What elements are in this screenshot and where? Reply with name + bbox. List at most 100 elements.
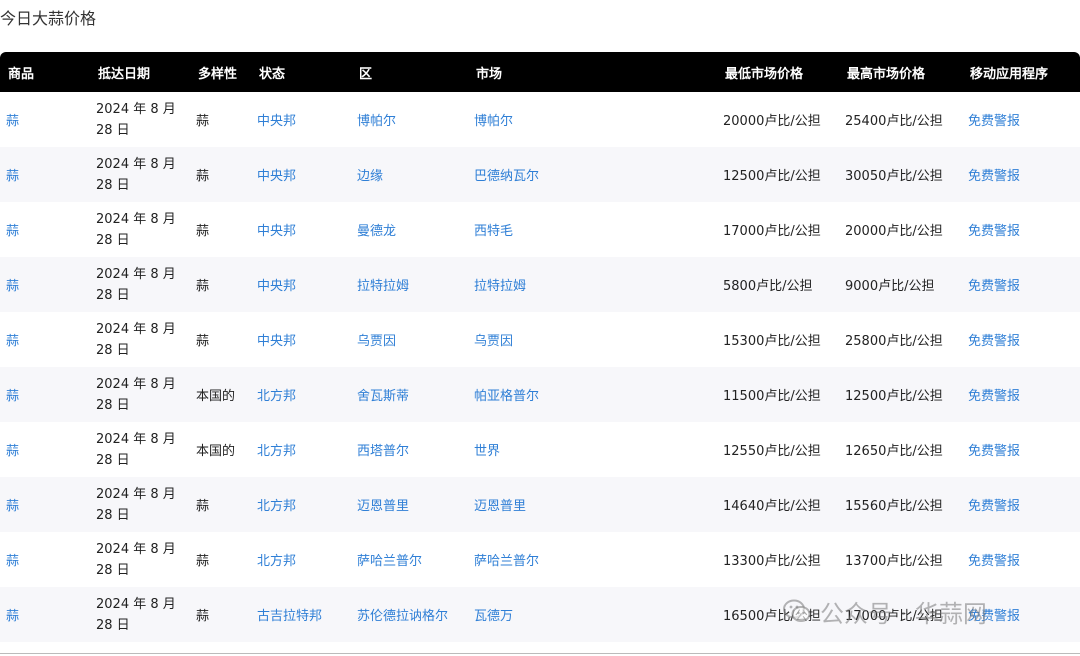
state-link[interactable]: 中央邦	[257, 114, 296, 129]
district-cell: 曼德龙	[351, 202, 468, 257]
district-link[interactable]: 舍瓦斯蒂	[357, 389, 409, 404]
max-price-cell: 25400卢比/公担	[839, 92, 962, 147]
commodity-link[interactable]: 蒜	[6, 609, 19, 624]
free-alert-link[interactable]: 免费警报	[968, 609, 1020, 624]
district-link[interactable]: 边缘	[357, 169, 383, 184]
commodity-link[interactable]: 蒜	[6, 554, 19, 569]
market-link[interactable]: 西特毛	[474, 224, 513, 239]
district-link[interactable]: 苏伦德拉讷格尔	[357, 609, 448, 624]
max-price-text: 12500卢比/公担	[845, 389, 943, 404]
district-link[interactable]: 拉特拉姆	[357, 279, 409, 294]
column-header: 商品	[0, 52, 90, 92]
min-price-text: 14640卢比/公担	[723, 499, 821, 514]
market-link[interactable]: 瓦德万	[474, 609, 513, 624]
market-link[interactable]: 帕亚格普尔	[474, 389, 539, 404]
state-link[interactable]: 中央邦	[257, 279, 296, 294]
variety-cell: 本国的	[190, 367, 251, 422]
commodity-cell: 蒜	[0, 202, 90, 257]
market-cell: 迈恩普里	[468, 477, 717, 532]
min-price-cell: 12550卢比/公担	[717, 422, 839, 477]
free-alert-link[interactable]: 免费警报	[968, 279, 1020, 294]
district-link[interactable]: 西塔普尔	[357, 444, 409, 459]
free-alert-link[interactable]: 免费警报	[968, 224, 1020, 239]
market-cell: 世界	[468, 422, 717, 477]
min-price-text: 15300卢比/公担	[723, 334, 821, 349]
variety-text: 蒜	[196, 609, 210, 624]
arrival-date-line1: 2024 年 8 月	[96, 321, 176, 337]
state-cell: 中央邦	[251, 202, 351, 257]
arrival-date-line1: 2024 年 8 月	[96, 431, 176, 447]
variety-text: 蒜	[196, 169, 210, 184]
state-link[interactable]: 北方邦	[257, 499, 296, 514]
market-link[interactable]: 乌贾因	[474, 334, 513, 349]
commodity-link[interactable]: 蒜	[6, 224, 19, 239]
max-price-cell: 30050卢比/公担	[839, 147, 962, 202]
arrival-date-line2: 28 日	[96, 397, 130, 413]
free-alert-link[interactable]: 免费警报	[968, 114, 1020, 129]
variety-text: 蒜	[196, 279, 210, 294]
district-link[interactable]: 萨哈兰普尔	[357, 554, 422, 569]
district-cell: 萨哈兰普尔	[351, 532, 468, 587]
commodity-cell: 蒜	[0, 147, 90, 202]
commodity-cell: 蒜	[0, 532, 90, 587]
arrival-date-line1: 2024 年 8 月	[96, 486, 176, 502]
commodity-link[interactable]: 蒜	[6, 444, 19, 459]
commodity-link[interactable]: 蒜	[6, 114, 19, 129]
district-cell: 乌贾因	[351, 312, 468, 367]
state-link[interactable]: 中央邦	[257, 224, 296, 239]
min-price-text: 12500卢比/公担	[723, 169, 821, 184]
state-cell: 中央邦	[251, 312, 351, 367]
market-link[interactable]: 世界	[474, 444, 500, 459]
commodity-link[interactable]: 蒜	[6, 279, 19, 294]
commodity-link[interactable]: 蒜	[6, 169, 19, 184]
max-price-text: 20000卢比/公担	[845, 224, 943, 239]
state-cell: 北方邦	[251, 422, 351, 477]
free-alert-link[interactable]: 免费警报	[968, 444, 1020, 459]
district-link[interactable]: 博帕尔	[357, 114, 396, 129]
market-link[interactable]: 迈恩普里	[474, 499, 526, 514]
min-price-cell: 5800卢比/公担	[717, 257, 839, 312]
free-alert-link[interactable]: 免费警报	[968, 499, 1020, 514]
max-price-cell: 20000卢比/公担	[839, 202, 962, 257]
market-cell: 帕亚格普尔	[468, 367, 717, 422]
min-price-text: 11500卢比/公担	[723, 389, 821, 404]
state-link[interactable]: 北方邦	[257, 444, 296, 459]
variety-cell: 蒜	[190, 532, 251, 587]
free-alert-link[interactable]: 免费警报	[968, 169, 1020, 184]
variety-text: 蒜	[196, 499, 210, 514]
arrival-date-line2: 28 日	[96, 617, 130, 633]
variety-text: 蒜	[196, 114, 210, 129]
district-link[interactable]: 乌贾因	[357, 334, 396, 349]
column-header: 移动应用程序	[962, 52, 1080, 92]
commodity-cell: 蒜	[0, 312, 90, 367]
state-link[interactable]: 中央邦	[257, 169, 296, 184]
table-row: 蒜 2024 年 8 月 28 日 蒜 中央邦 边缘 巴德纳瓦尔 12500卢比/公担 3005…	[0, 147, 1080, 202]
free-alert-link[interactable]: 免费警报	[968, 554, 1020, 569]
variety-text: 本国的	[196, 444, 236, 459]
arrival-date-line2: 28 日	[96, 342, 130, 358]
table-header-row: 商品 抵达日期 多样性 状态区市场 最低市场价格 最高市场价格 移动应用程序	[0, 52, 1080, 92]
market-link[interactable]: 巴德纳瓦尔	[474, 169, 539, 184]
free-alert-cell: 免费警报	[962, 312, 1080, 367]
state-link[interactable]: 中央邦	[257, 334, 296, 349]
page-title: 今日大蒜价格	[0, 9, 97, 28]
commodity-link[interactable]: 蒜	[6, 499, 19, 514]
free-alert-link[interactable]: 免费警报	[968, 334, 1020, 349]
market-link[interactable]: 萨哈兰普尔	[474, 554, 539, 569]
commodity-link[interactable]: 蒜	[6, 389, 19, 404]
market-link[interactable]: 拉特拉姆	[474, 279, 526, 294]
state-link[interactable]: 古吉拉特邦	[257, 609, 322, 624]
variety-text: 蒜	[196, 554, 210, 569]
free-alert-cell: 免费警报	[962, 587, 1080, 642]
commodity-link[interactable]: 蒜	[6, 334, 19, 349]
district-link[interactable]: 曼德龙	[357, 224, 396, 239]
state-link[interactable]: 北方邦	[257, 554, 296, 569]
min-price-text: 16500卢比/公担	[723, 609, 821, 624]
market-link[interactable]: 博帕尔	[474, 114, 513, 129]
free-alert-link[interactable]: 免费警报	[968, 389, 1020, 404]
state-link[interactable]: 北方邦	[257, 389, 296, 404]
district-link[interactable]: 迈恩普里	[357, 499, 409, 514]
min-price-text: 17000卢比/公担	[723, 224, 821, 239]
max-price-cell: 15560卢比/公担	[839, 477, 962, 532]
variety-cell: 蒜	[190, 92, 251, 147]
